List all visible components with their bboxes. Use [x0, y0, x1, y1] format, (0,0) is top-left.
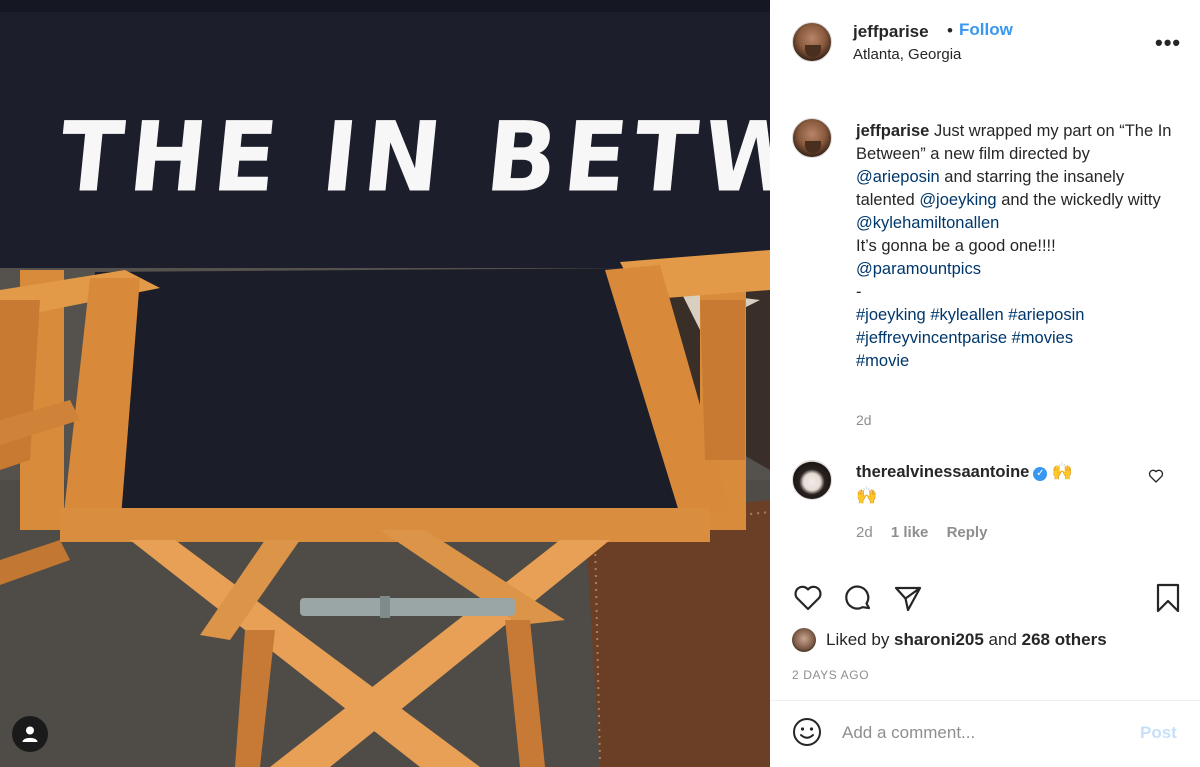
post-header: jeffparise • Follow Atlanta, Georgia ••• [770, 0, 1200, 86]
follow-button[interactable]: Follow [959, 20, 1013, 40]
hashtag-link[interactable]: #kyleallen [930, 306, 1003, 324]
comment-icon[interactable] [842, 582, 874, 619]
caption-line: It’s gonna be a good one!!!! [856, 237, 1056, 255]
post-photo[interactable]: THE IN BETWEEN [0, 0, 770, 767]
raised-hands-emoji: 🙌 [1051, 462, 1074, 482]
hashtag-link[interactable]: #movies [1012, 329, 1073, 347]
hashtag-link[interactable]: #jeffreyvincentparise [856, 329, 1007, 347]
likes-summary: Liked by sharoni205 and 268 others [792, 628, 1192, 654]
mention-link[interactable]: @arieposin [856, 168, 940, 186]
add-comment-bar: Post [770, 700, 1200, 767]
caption-timestamp[interactable]: 2d [856, 412, 872, 428]
comment-like-icon[interactable] [1148, 468, 1164, 489]
heart-outline-icon [1148, 469, 1164, 483]
like-icon[interactable] [792, 582, 824, 619]
commenter-avatar[interactable] [792, 460, 832, 500]
bookmark-icon [1156, 583, 1180, 613]
hashtag-link[interactable]: #arieposin [1008, 306, 1084, 324]
caption-line: and the wickedly witty [996, 191, 1161, 209]
user-tag-icon[interactable] [12, 716, 48, 752]
post-location[interactable]: Atlanta, Georgia [853, 46, 961, 63]
author-avatar[interactable] [792, 22, 832, 62]
separator-dot: • [947, 21, 953, 40]
post-age[interactable]: 2 DAYS AGO [792, 668, 869, 682]
post-side-panel: jeffparise • Follow Atlanta, Georgia •••… [770, 0, 1200, 767]
emoji-picker-icon[interactable] [792, 717, 822, 752]
smiley-icon [793, 718, 821, 746]
paper-plane-icon [894, 586, 922, 612]
comment-likes-count[interactable]: 1 like [891, 524, 929, 541]
author-username[interactable]: jeffparise [853, 22, 929, 42]
mention-link[interactable]: @paramountpics [856, 260, 981, 278]
save-bookmark-icon[interactable] [1152, 582, 1184, 619]
likes-text: Liked by sharoni205 and 268 others [826, 630, 1107, 650]
mention-link[interactable]: @joeyking [919, 191, 996, 209]
comment-item: therealvinessaantoine ✓ 🙌 🙌 2d 1 like Rep… [770, 456, 1200, 546]
hashtag-link[interactable]: #joeyking [856, 306, 926, 324]
comment-input[interactable] [842, 719, 1132, 747]
caption-dash: - [856, 283, 862, 301]
more-options-icon[interactable]: ••• [1155, 30, 1181, 56]
mention-link[interactable]: @kylehamiltonallen [856, 214, 999, 232]
chair-title-text: THE IN BETWEEN [54, 101, 770, 214]
speech-bubble-icon [845, 585, 871, 610]
comment-timestamp[interactable]: 2d [856, 524, 873, 541]
caption-username[interactable]: jeffparise [856, 122, 929, 140]
likes-others-count[interactable]: 268 others [1022, 630, 1107, 649]
likes-middle: and [983, 630, 1022, 649]
caption-author-avatar[interactable] [792, 118, 832, 158]
liker-username[interactable]: sharoni205 [894, 630, 984, 649]
person-icon [22, 726, 38, 742]
comment-meta: 2d 1 like Reply [856, 524, 1001, 541]
commenter-username[interactable]: therealvinessaantoine [856, 463, 1029, 481]
liker-avatar[interactable] [792, 628, 816, 652]
post-comment-button[interactable]: Post [1140, 723, 1177, 743]
caption-text: jeffparise Just wrapped my part on “The … [856, 120, 1174, 373]
share-icon[interactable] [892, 582, 924, 619]
raised-hands-emoji: 🙌 [856, 486, 878, 506]
hashtag-link[interactable]: #movie [856, 352, 909, 370]
likes-prefix: Liked by [826, 630, 895, 649]
reply-button[interactable]: Reply [947, 524, 988, 541]
verified-badge-icon: ✓ [1033, 467, 1048, 481]
comment-text: therealvinessaantoine ✓ 🙌 🙌 [856, 460, 1146, 508]
heart-icon [794, 585, 822, 611]
post-actions-bar [770, 580, 1200, 620]
